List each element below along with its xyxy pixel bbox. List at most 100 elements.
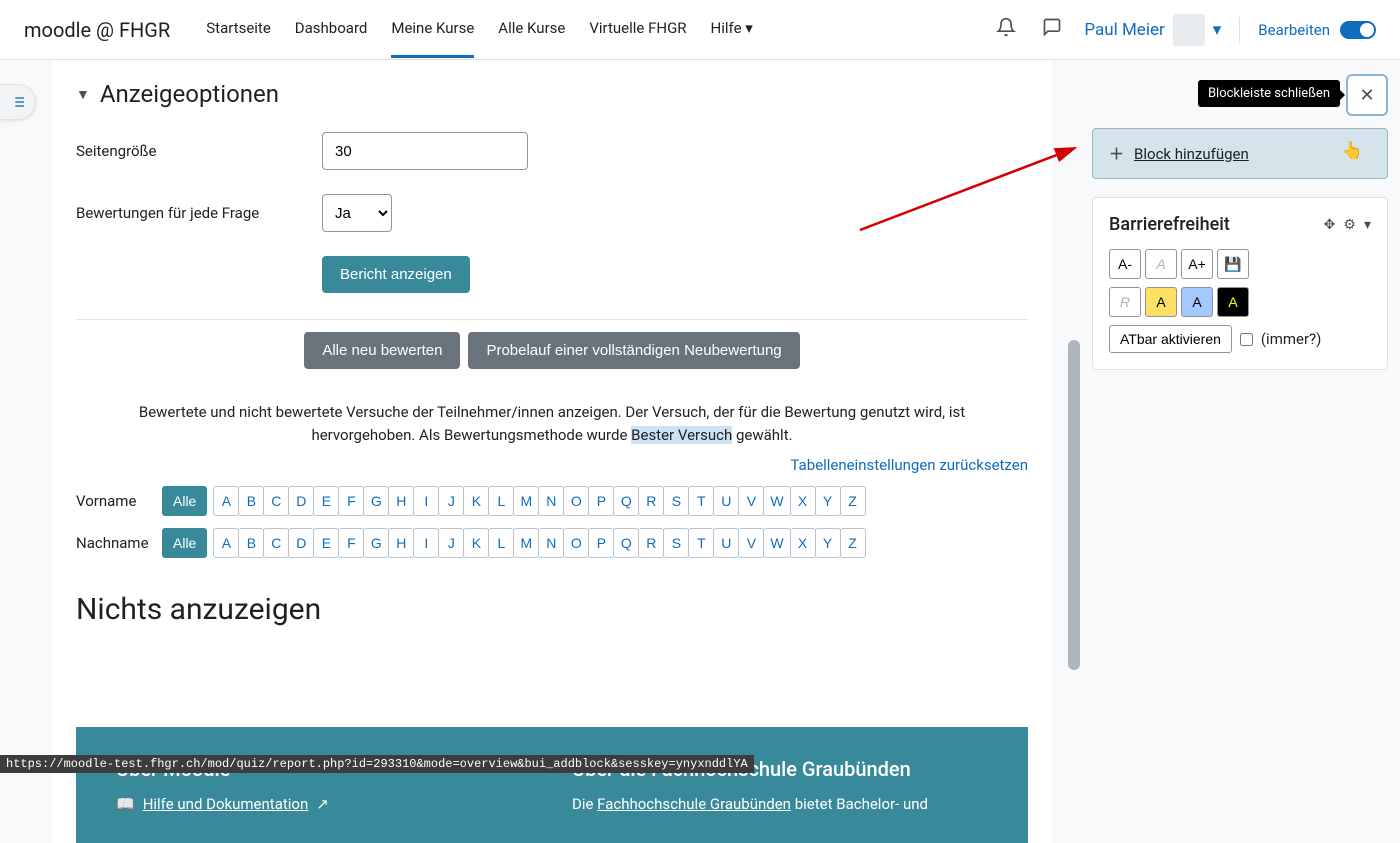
letter-H[interactable]: H	[388, 528, 414, 558]
course-index-toggle[interactable]	[0, 84, 36, 120]
nav-startseite[interactable]: Startseite	[206, 1, 271, 58]
nav-dashboard[interactable]: Dashboard	[295, 1, 368, 58]
lastname-filter: Nachname Alle ABCDEFGHIJKLMNOPQRSTUVWXYZ	[76, 522, 1028, 564]
letter-V[interactable]: V	[738, 528, 764, 558]
letter-C[interactable]: C	[263, 528, 289, 558]
letter-Q[interactable]: Q	[613, 528, 639, 558]
grades-select[interactable]: Ja	[322, 194, 392, 232]
letter-W[interactable]: W	[763, 486, 790, 516]
gear-icon[interactable]: ⚙	[1343, 217, 1356, 233]
add-block-button[interactable]: ＋ Block hinzufügen 👆	[1092, 128, 1388, 179]
color-yellow-button[interactable]: A	[1145, 287, 1177, 317]
letter-Y[interactable]: Y	[815, 528, 841, 558]
toggle-switch[interactable]	[1340, 21, 1376, 39]
atbar-button[interactable]: ATbar aktivieren	[1109, 325, 1232, 353]
top-navbar: moodle @ FHGR Startseite Dashboard Meine…	[0, 0, 1400, 60]
letter-M[interactable]: M	[513, 528, 539, 558]
letter-L[interactable]: L	[488, 528, 514, 558]
firstname-all[interactable]: Alle	[162, 486, 207, 516]
letter-W[interactable]: W	[763, 528, 790, 558]
nav-hilfe[interactable]: Hilfe ▾	[711, 1, 753, 58]
letter-I[interactable]: I	[413, 528, 439, 558]
firstname-label: Vorname	[76, 492, 150, 510]
letter-K[interactable]: K	[463, 528, 489, 558]
letter-S[interactable]: S	[663, 528, 689, 558]
letter-F[interactable]: F	[338, 528, 364, 558]
letter-T[interactable]: T	[688, 528, 714, 558]
move-icon[interactable]: ✥	[1324, 217, 1336, 233]
letter-B[interactable]: B	[238, 528, 264, 558]
nav-virtuelle-fhgr[interactable]: Virtuelle FHGR	[589, 1, 686, 58]
letter-E[interactable]: E	[313, 528, 339, 558]
scrollbar[interactable]	[1068, 340, 1080, 670]
color-blue-button[interactable]: A	[1181, 287, 1213, 317]
reset-table-link[interactable]: Tabelleneinstellungen zurücksetzen	[790, 456, 1028, 474]
block-drawer: Blockleiste schließen ✕ ＋ Block hinzufüg…	[1080, 60, 1400, 843]
save-icon: 💾	[1224, 256, 1241, 273]
save-settings-button[interactable]: 💾	[1217, 249, 1249, 279]
letter-X[interactable]: X	[790, 528, 816, 558]
show-report-button[interactable]: Bericht anzeigen	[322, 256, 470, 293]
close-drawer-button[interactable]: ✕	[1346, 74, 1388, 116]
edit-mode-toggle[interactable]: Bearbeiten	[1258, 21, 1376, 39]
chevron-down-icon[interactable]: ▾	[1364, 217, 1371, 233]
letter-H[interactable]: H	[388, 486, 414, 516]
letter-Q[interactable]: Q	[613, 486, 639, 516]
letter-J[interactable]: J	[438, 528, 464, 558]
letter-O[interactable]: O	[563, 528, 589, 558]
color-default-button[interactable]: R	[1109, 287, 1141, 317]
letter-R[interactable]: R	[638, 486, 664, 516]
letter-X[interactable]: X	[790, 486, 816, 516]
messages-icon[interactable]	[1038, 13, 1066, 46]
regrade-all-button[interactable]: Alle neu bewerten	[304, 332, 460, 369]
fhgr-link[interactable]: Fachhochschule Graubünden	[597, 795, 791, 813]
letter-G[interactable]: G	[363, 486, 389, 516]
letter-S[interactable]: S	[663, 486, 689, 516]
letter-M[interactable]: M	[513, 486, 539, 516]
letter-E[interactable]: E	[313, 486, 339, 516]
letter-A[interactable]: A	[213, 528, 239, 558]
letter-U[interactable]: U	[713, 486, 739, 516]
letter-A[interactable]: A	[213, 486, 239, 516]
letter-V[interactable]: V	[738, 486, 764, 516]
letter-R[interactable]: R	[638, 528, 664, 558]
nav-alle-kurse[interactable]: Alle Kurse	[498, 1, 565, 58]
footer-help-link[interactable]: 📖 Hilfe und Dokumentation ↗	[116, 795, 532, 813]
pagesize-input[interactable]	[322, 132, 528, 170]
atbar-always-checkbox[interactable]	[1240, 333, 1253, 346]
letter-T[interactable]: T	[688, 486, 714, 516]
letter-G[interactable]: G	[363, 528, 389, 558]
letter-N[interactable]: N	[538, 486, 564, 516]
info-text: Bewertete und nicht bewertete Versuche d…	[76, 381, 1028, 456]
letter-Z[interactable]: Z	[840, 486, 866, 516]
letter-J[interactable]: J	[438, 486, 464, 516]
letter-I[interactable]: I	[413, 486, 439, 516]
letter-L[interactable]: L	[488, 486, 514, 516]
letter-D[interactable]: D	[288, 486, 314, 516]
letter-Y[interactable]: Y	[815, 486, 841, 516]
letter-O[interactable]: O	[563, 486, 589, 516]
letter-P[interactable]: P	[588, 528, 614, 558]
notifications-icon[interactable]	[992, 13, 1020, 46]
lastname-all[interactable]: Alle	[162, 528, 207, 558]
letter-D[interactable]: D	[288, 528, 314, 558]
letter-U[interactable]: U	[713, 528, 739, 558]
text-larger-button[interactable]: A+	[1181, 249, 1213, 279]
section-header[interactable]: ▼ Anzeigeoptionen	[76, 60, 1028, 124]
letter-B[interactable]: B	[238, 486, 264, 516]
external-link-icon: ↗	[316, 795, 329, 813]
letter-N[interactable]: N	[538, 528, 564, 558]
nav-meine-kurse[interactable]: Meine Kurse	[391, 1, 474, 58]
brand-link[interactable]: moodle @ FHGR	[24, 18, 170, 42]
dry-run-button[interactable]: Probelauf einer vollständigen Neubewertu…	[468, 332, 799, 369]
letter-P[interactable]: P	[588, 486, 614, 516]
letter-C[interactable]: C	[263, 486, 289, 516]
letter-F[interactable]: F	[338, 486, 364, 516]
text-reset-button[interactable]: A	[1145, 249, 1177, 279]
letter-K[interactable]: K	[463, 486, 489, 516]
chevron-down-icon: ▾	[745, 19, 753, 37]
letter-Z[interactable]: Z	[840, 528, 866, 558]
text-smaller-button[interactable]: A-	[1109, 249, 1141, 279]
user-menu[interactable]: Paul Meier ▾	[1084, 14, 1221, 46]
color-highcontrast-button[interactable]: A	[1217, 287, 1249, 317]
